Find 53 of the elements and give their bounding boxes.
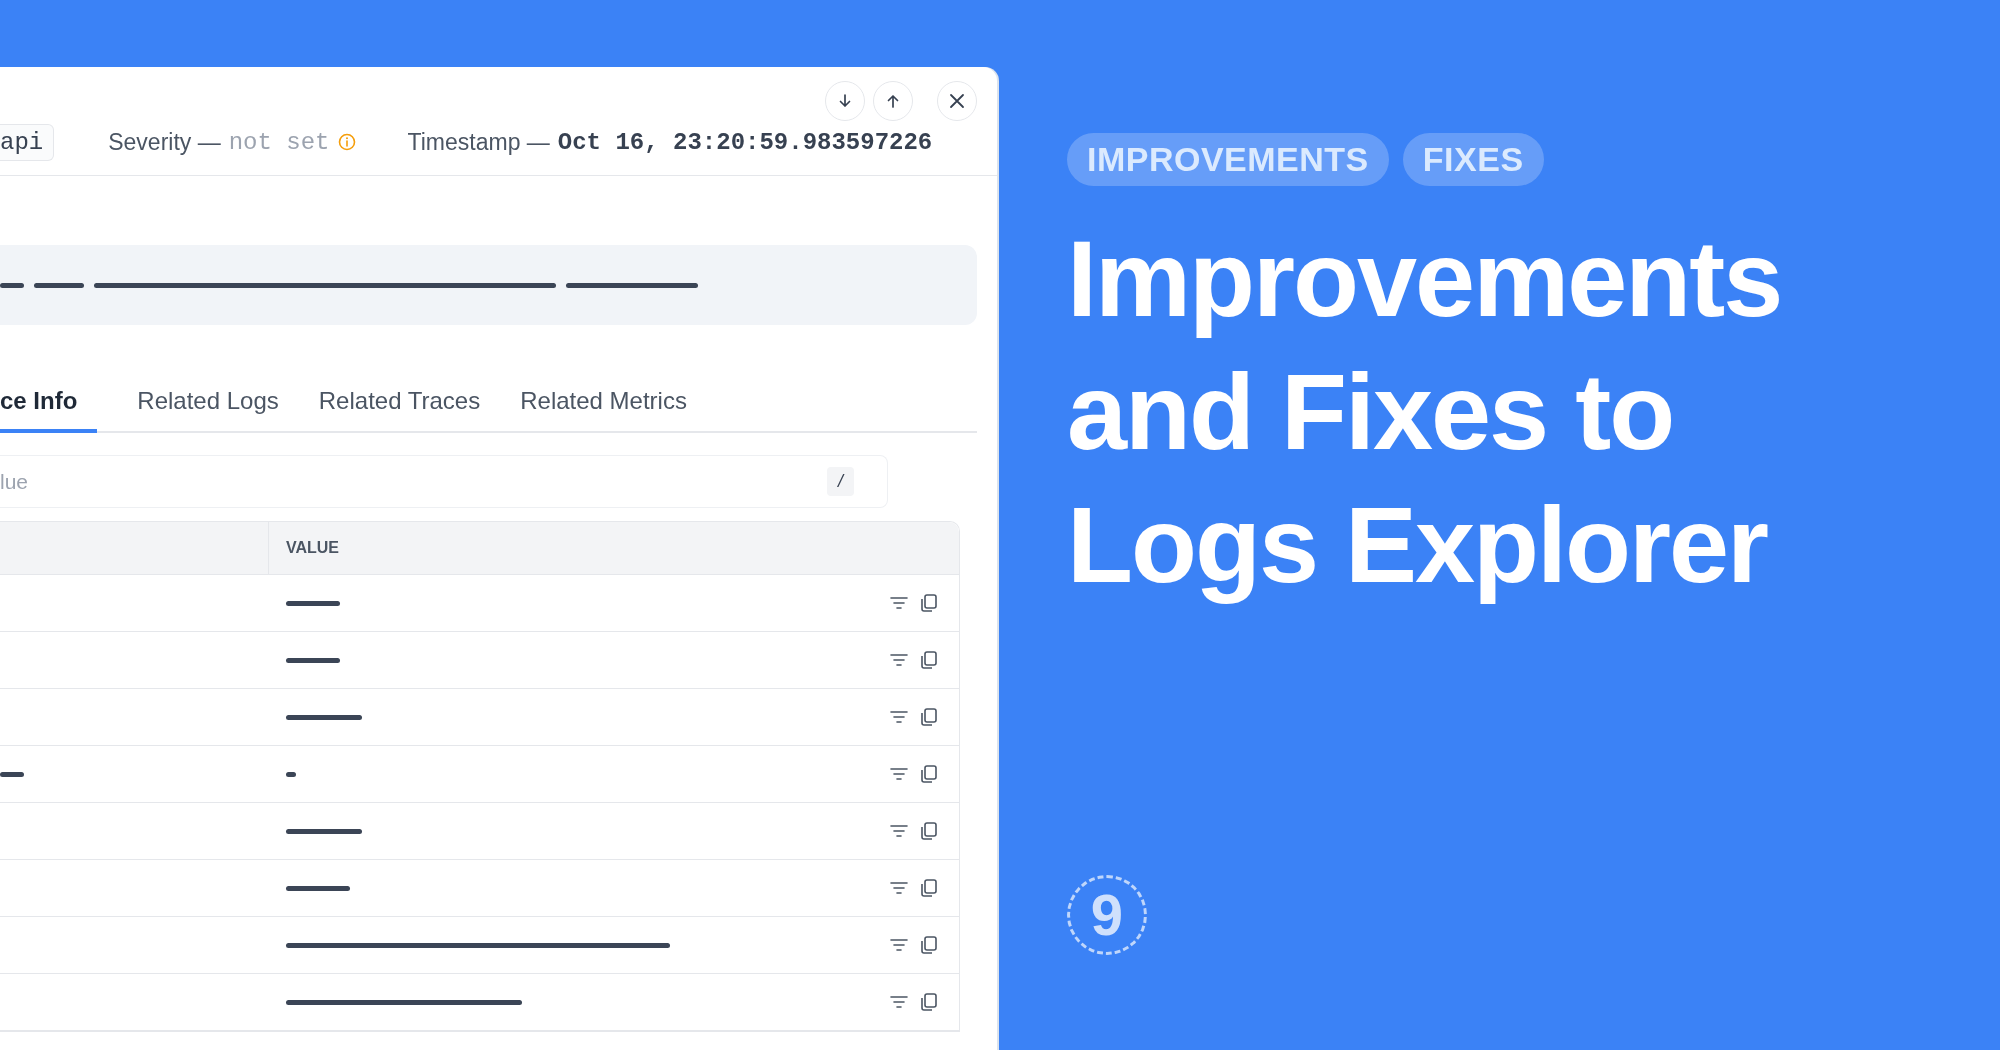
tab[interactable]: ce Info [0,373,98,433]
category-tag: FIXES [1402,133,1544,186]
filter-icon [889,765,909,783]
copy-icon [919,593,939,613]
copy-icon [919,764,939,784]
copy-icon [919,935,939,955]
redacted-text [286,600,340,606]
copy-button[interactable] [919,878,939,898]
copy-icon [919,650,939,670]
previous-button[interactable] [873,81,913,121]
copy-button[interactable] [919,992,939,1012]
copy-button[interactable] [919,935,939,955]
copy-icon [919,878,939,898]
column-header: VALUE [285,538,340,558]
copy-icon [919,992,939,1012]
copy-button[interactable] [919,650,939,670]
timestamp-value: Oct 16, 23:20:59.983597226 [557,128,933,156]
next-button[interactable] [825,81,865,121]
timestamp-label: Timestamp — [407,128,550,156]
logo: 9 [1067,875,1147,955]
arrow-down-icon [837,93,853,109]
filter-icon [889,822,909,840]
filter-icon [889,879,909,897]
filter-icon [889,708,909,726]
filter-icon [889,651,909,669]
tab[interactable]: Related Traces [318,373,481,433]
severity-value: not set [228,128,330,156]
source-tag: api [0,123,55,161]
filter-icon [889,594,909,612]
redacted-text [286,657,340,663]
info-icon [337,133,356,151]
copy-icon [919,821,939,841]
copy-button[interactable] [919,764,939,784]
tab[interactable]: Related Metrics [520,373,687,433]
tab[interactable]: Related Logs [137,373,279,433]
redacted-text [286,885,350,891]
copy-button[interactable] [919,593,939,613]
redacted-text [34,282,84,288]
filter-icon [889,936,909,954]
category-tag: IMPROVEMENTS [1067,133,1389,186]
copy-button[interactable] [919,821,939,841]
filter-icon [889,993,909,1011]
shortcut-key: / [827,467,854,496]
close-icon [949,93,965,109]
copy-icon [919,707,939,727]
copy-button[interactable] [919,707,939,727]
close-button[interactable] [937,81,977,121]
severity-label: Severity — [108,128,221,156]
redacted-text [0,771,24,777]
redacted-text [286,771,296,777]
redacted-text [0,282,24,288]
arrow-up-icon [885,93,901,109]
headline: Improvements and Fixes to Logs Explorer [1067,217,1783,607]
